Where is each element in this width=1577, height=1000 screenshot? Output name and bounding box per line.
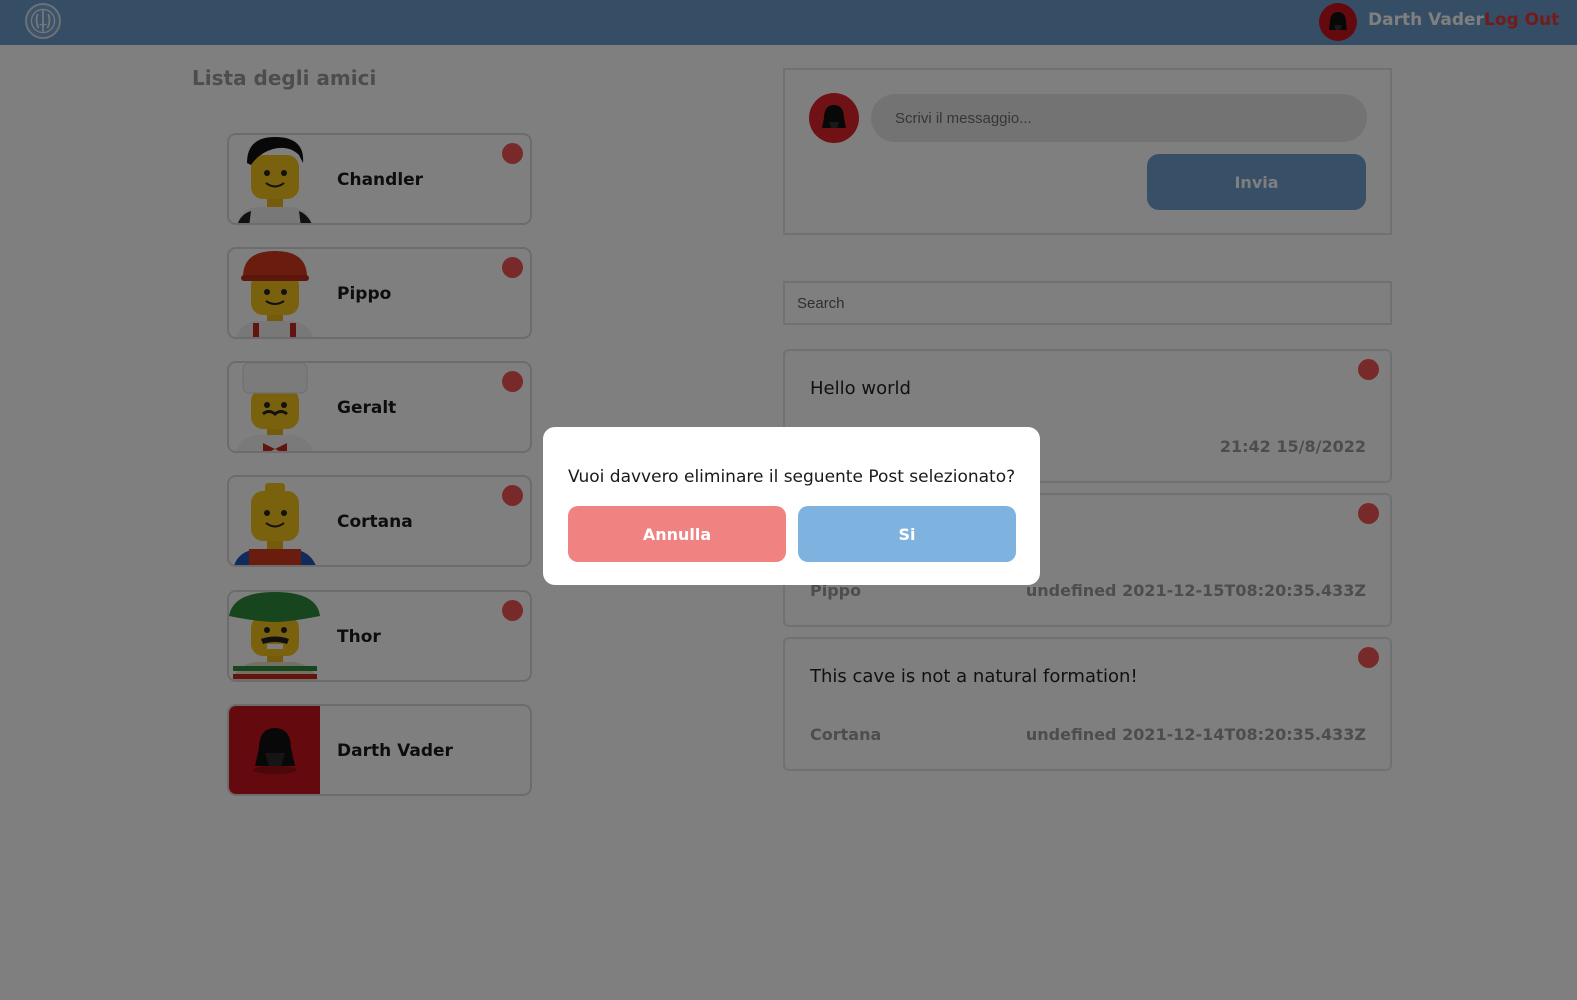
dialog-question: Vuoi davvero eliminare il seguente Post … (568, 467, 1016, 487)
confirm-button[interactable]: Si (798, 506, 1016, 562)
delete-confirm-dialog: Vuoi davvero eliminare il seguente Post … (543, 427, 1040, 585)
cancel-button[interactable]: Annulla (568, 506, 786, 562)
